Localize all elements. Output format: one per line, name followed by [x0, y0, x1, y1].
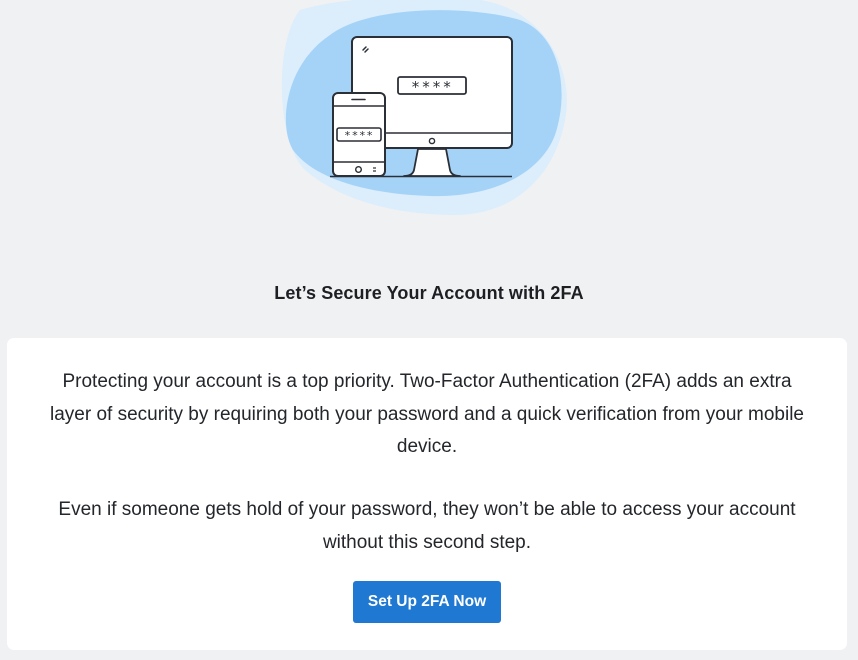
devices-illustration: **** **** — [281, 0, 567, 215]
desktop-password-field: **** — [397, 76, 467, 96]
info-card: Protecting your account is a top priorit… — [7, 338, 847, 650]
mobile-password-mask: **** — [344, 129, 374, 142]
benefit-paragraph: Even if someone gets hold of your passwo… — [58, 499, 796, 553]
intro-paragraph: Protecting your account is a top priorit… — [49, 371, 805, 457]
security-illustration: **** **** — [0, 0, 858, 230]
setup-2fa-button[interactable]: Set Up 2FA Now — [353, 581, 501, 623]
desktop-password-mask: **** — [411, 78, 453, 96]
mobile-password-field: **** — [336, 127, 382, 142]
page-title: Let’s Secure Your Account with 2FA — [274, 283, 584, 303]
